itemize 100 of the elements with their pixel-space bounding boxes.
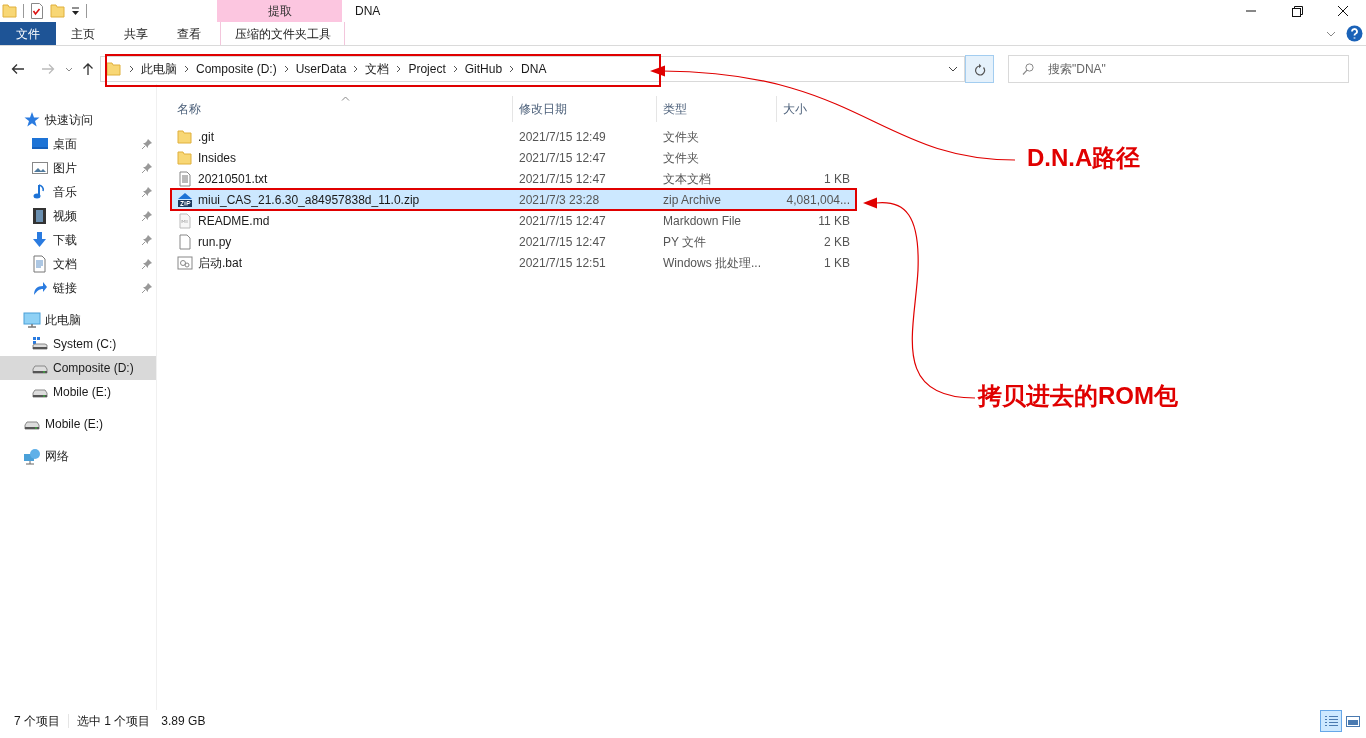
file-tab[interactable]: 文件 (0, 22, 56, 45)
chevron-icon[interactable] (1326, 30, 1336, 37)
checklist-icon[interactable] (30, 3, 44, 19)
folder-icon (106, 61, 121, 77)
minimize-icon (1246, 10, 1256, 12)
nav-item[interactable]: System (C:) (0, 332, 156, 356)
recent-dropdown-icon[interactable] (65, 66, 73, 72)
text-file-icon (177, 170, 193, 187)
details-view-button[interactable] (1320, 710, 1342, 732)
ribbon-tab[interactable]: 主页 (56, 22, 109, 45)
pin-icon[interactable] (142, 259, 152, 269)
folder-icon (177, 128, 193, 145)
down-arrow-icon (31, 231, 49, 249)
document-icon (31, 255, 49, 273)
type-cell: PY 文件 (663, 233, 707, 250)
size-cell: 11 KB (818, 212, 850, 229)
nav-item[interactable]: Mobile (E:) (0, 412, 156, 436)
window-title: DNA (355, 3, 381, 19)
status-text: 7 个项目 (14, 713, 60, 729)
monitor-icon (23, 311, 41, 329)
nav-item[interactable]: Mobile (E:) (0, 380, 156, 404)
nav-item[interactable]: 链接 (0, 276, 156, 300)
file-row[interactable]: 20210501.txt 2021/7/15 12:47 文本文档 1 KB (170, 168, 856, 189)
date-cell: 2021/7/15 12:51 (519, 254, 606, 271)
nav-item[interactable]: 下载 (0, 228, 156, 252)
help-icon[interactable] (1346, 25, 1363, 42)
pin-icon[interactable] (142, 139, 152, 149)
date-cell: 2021/7/15 12:47 (519, 149, 606, 166)
address-bar[interactable]: 此电脑 Composite (D:) UserData 文档 Project GitHub DNA (100, 56, 965, 82)
refresh-icon (973, 62, 986, 76)
restore-icon (1291, 5, 1303, 17)
size-cell: 1 KB (824, 170, 850, 187)
pin-icon[interactable] (142, 211, 152, 221)
nav-item[interactable]: 视频 (0, 204, 156, 228)
nav-label: System (C:) (53, 336, 118, 352)
ribbon-tab[interactable]: 查看 (162, 22, 215, 45)
nav-item[interactable]: 快速访问 (0, 108, 156, 132)
search-field[interactable]: 搜索"DNA" (1008, 55, 1349, 83)
type-cell: 文本文档 (663, 170, 711, 187)
pin-icon[interactable] (142, 283, 152, 293)
folder-icon (2, 3, 17, 19)
chevron-right-icon (184, 65, 189, 73)
pin-icon[interactable] (142, 235, 152, 245)
pin-icon[interactable] (142, 163, 152, 173)
breadcrumb[interactable]: UserData (294, 61, 348, 77)
tool-group-label: 提取 (267, 3, 292, 19)
column-header[interactable]: 大小 (776, 96, 856, 122)
dropdown-icon[interactable] (948, 66, 958, 72)
nav-label: 下载 (53, 232, 78, 248)
nav-label: 文档 (53, 256, 78, 272)
breadcrumb[interactable]: 此电脑 (140, 61, 178, 77)
status-text: 3.89 GB (161, 713, 206, 729)
date-cell: 2021/7/15 12:47 (519, 212, 606, 229)
folder-icon[interactable] (50, 3, 65, 19)
file-row[interactable]: README.md 2021/7/15 12:47 Markdown File 11 KB (170, 210, 856, 231)
breadcrumb[interactable]: DNA (520, 61, 548, 77)
chevron-right-icon (452, 65, 458, 73)
file-name: .git (198, 128, 214, 145)
nav-label: 桌面 (53, 136, 78, 152)
breadcrumb[interactable]: 文档 (364, 61, 391, 77)
refresh-button[interactable] (965, 55, 994, 83)
chevron-right-icon (283, 65, 289, 73)
file-name: miui_CAS_21.6.30_a84957838d_11.0.zip (198, 191, 420, 208)
breadcrumb[interactable]: GitHub (463, 61, 504, 77)
annotation-label: 拷贝进去的ROM包 (978, 384, 1178, 408)
file-name: 启动.bat (198, 254, 242, 271)
nav-item[interactable]: Composite (D:) (0, 356, 156, 380)
file-row[interactable]: run.py 2021/7/15 12:47 PY 文件 2 KB (170, 231, 856, 252)
breadcrumb[interactable]: Project (407, 61, 447, 77)
nav-label: Composite (D:) (53, 360, 135, 376)
zip-file-icon (177, 191, 193, 208)
file-row[interactable]: .git 2021/7/15 12:49 文件夹 (170, 126, 856, 147)
file-name: README.md (198, 212, 270, 229)
size-cell: 1 KB (824, 254, 850, 271)
ribbon-tab[interactable]: 共享 (109, 22, 162, 45)
breadcrumb[interactable]: Composite (D:) (195, 61, 278, 77)
type-cell: Windows 批处理... (663, 254, 761, 271)
pin-icon[interactable] (142, 187, 152, 197)
column-header[interactable]: 类型 (656, 96, 776, 122)
nav-label: 此电脑 (45, 312, 82, 328)
nav-item[interactable]: 此电脑 (0, 308, 156, 332)
star-icon (23, 111, 41, 129)
back-button[interactable] (11, 63, 25, 75)
dropdown-icon[interactable] (71, 6, 80, 16)
date-cell: 2021/7/3 23:28 (519, 191, 600, 208)
file-row[interactable]: Insides 2021/7/15 12:47 文件夹 (170, 147, 856, 168)
up-button[interactable] (82, 62, 94, 76)
nav-label: 图片 (53, 160, 78, 176)
file-row[interactable]: 启动.bat 2021/7/15 12:51 Windows 批处理... 1 KB (170, 252, 856, 273)
nav-item[interactable]: 网络 (0, 444, 156, 468)
nav-item[interactable]: 图片 (0, 156, 156, 180)
nav-item[interactable]: 文档 (0, 252, 156, 276)
column-header[interactable]: 名称 (170, 96, 512, 122)
nav-item[interactable]: 音乐 (0, 180, 156, 204)
blank-file-icon (177, 233, 193, 250)
column-header[interactable]: 修改日期 (512, 96, 656, 122)
chevron-right-icon (396, 65, 402, 73)
nav-label: Mobile (E:) (45, 416, 104, 432)
close-icon (1338, 6, 1348, 16)
nav-item[interactable]: 桌面 (0, 132, 156, 156)
